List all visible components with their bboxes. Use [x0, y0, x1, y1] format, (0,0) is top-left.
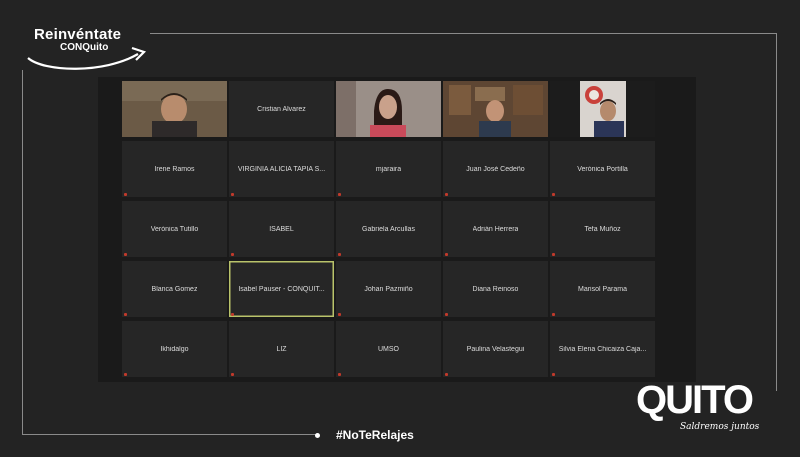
frame-bottom-line [22, 434, 318, 435]
participant-name: Cristian Alvarez [257, 105, 306, 113]
participant-grid: Cristian Alvarez Irene Ramos VIRGINIA AL… [122, 81, 655, 377]
brand-logo: Reinvéntate CONQuito [24, 24, 154, 74]
participant-video [443, 81, 548, 137]
participant-tile[interactable]: VIRGINIA ALICIA TAPIA S... [229, 141, 334, 197]
participant-tile[interactable]: Gabriela Arcullas [336, 201, 441, 257]
participant-tile[interactable]: LIZ [229, 321, 334, 377]
video-call-window: Cristian Alvarez Irene Ramos VIRGINIA AL… [98, 77, 696, 382]
muted-mic-icon [552, 193, 555, 196]
muted-mic-icon [231, 193, 234, 196]
participant-name: Marisol Parama [577, 285, 627, 293]
participant-tile[interactable]: ISABEL [229, 201, 334, 257]
participant-tile[interactable]: Cristian Alvarez [229, 81, 334, 137]
participant-tile[interactable] [122, 81, 227, 137]
participant-name: Verónica Tutillo [150, 225, 199, 233]
participant-name: UMSO [378, 345, 399, 353]
muted-mic-icon [552, 373, 555, 376]
muted-mic-icon [124, 253, 127, 256]
participant-tile[interactable]: Verónica Portilla [550, 141, 655, 197]
participant-tile-active-speaker[interactable]: Isabel Pauser - CONQUIT... [229, 261, 334, 317]
muted-mic-icon [338, 373, 341, 376]
muted-mic-icon [124, 193, 127, 196]
participant-tile[interactable]: Tefa Muñoz [550, 201, 655, 257]
muted-mic-icon [552, 313, 555, 316]
participant-name: Ikhidalgo [160, 345, 189, 353]
participant-name: Tefa Muñoz [584, 225, 621, 233]
muted-mic-icon [231, 373, 234, 376]
participant-tile[interactable] [550, 81, 655, 137]
bullet-dot-icon [315, 433, 320, 438]
participant-name: LIZ [276, 345, 287, 353]
muted-mic-icon [445, 253, 448, 256]
muted-mic-icon [552, 253, 555, 256]
participant-name: VIRGINIA ALICIA TAPIA S... [237, 165, 326, 173]
participant-name: Juan José Cedeño [466, 165, 525, 173]
frame-top-line [150, 33, 776, 34]
muted-mic-icon [445, 313, 448, 316]
participant-tile[interactable] [443, 81, 548, 137]
quito-logo-tagline: Saldremos juntos [680, 422, 760, 432]
participant-tile[interactable]: Silvia Elena Chicaiza Caja... [550, 321, 655, 377]
quito-logo-word: QUITO [636, 378, 754, 422]
participant-name: Irene Ramos [154, 165, 195, 173]
muted-mic-icon [231, 313, 234, 316]
participant-tile[interactable]: Diana Reinoso [443, 261, 548, 317]
hashtag-text: #NoTeRelajes [336, 428, 414, 442]
participant-tile[interactable]: UMSO [336, 321, 441, 377]
participant-name: Adrián Herrera [472, 225, 519, 233]
participant-video [122, 81, 227, 137]
frame-right-line [776, 33, 777, 391]
swoosh-icon [27, 46, 147, 70]
participant-tile[interactable]: Blanca Gomez [122, 261, 227, 317]
muted-mic-icon [338, 193, 341, 196]
participant-video [550, 81, 655, 137]
muted-mic-icon [338, 313, 341, 316]
participant-name: Blanca Gomez [151, 285, 198, 293]
participant-name: Verónica Portilla [577, 165, 628, 173]
participant-tile[interactable]: Marisol Parama [550, 261, 655, 317]
muted-mic-icon [231, 253, 234, 256]
participant-name: Diana Reinoso [472, 285, 519, 293]
muted-mic-icon [338, 253, 341, 256]
participant-name: Johan Pazmiño [364, 285, 413, 293]
quito-logo: QUITO Saldremos juntos [636, 378, 766, 440]
participant-tile[interactable] [336, 81, 441, 137]
muted-mic-icon [445, 193, 448, 196]
participant-tile[interactable]: Irene Ramos [122, 141, 227, 197]
participant-name: Gabriela Arcullas [362, 225, 415, 233]
participant-tile[interactable]: mjaraira [336, 141, 441, 197]
participant-tile[interactable]: Ikhidalgo [122, 321, 227, 377]
participant-tile[interactable]: Johan Pazmiño [336, 261, 441, 317]
participant-name: Paulina Velastegui [466, 345, 525, 353]
frame-left-line [22, 70, 23, 434]
participant-tile[interactable]: Juan José Cedeño [443, 141, 548, 197]
muted-mic-icon [124, 313, 127, 316]
muted-mic-icon [124, 373, 127, 376]
participant-name: ISABEL [269, 225, 294, 233]
muted-mic-icon [445, 373, 448, 376]
participant-name: Isabel Pauser - CONQUIT... [238, 285, 325, 293]
participant-tile[interactable]: Verónica Tutillo [122, 201, 227, 257]
participant-name: Silvia Elena Chicaiza Caja... [558, 345, 647, 353]
participant-name: mjaraira [375, 165, 402, 173]
participant-tile[interactable]: Adrián Herrera [443, 201, 548, 257]
participant-tile[interactable]: Paulina Velastegui [443, 321, 548, 377]
participant-video [336, 81, 441, 137]
